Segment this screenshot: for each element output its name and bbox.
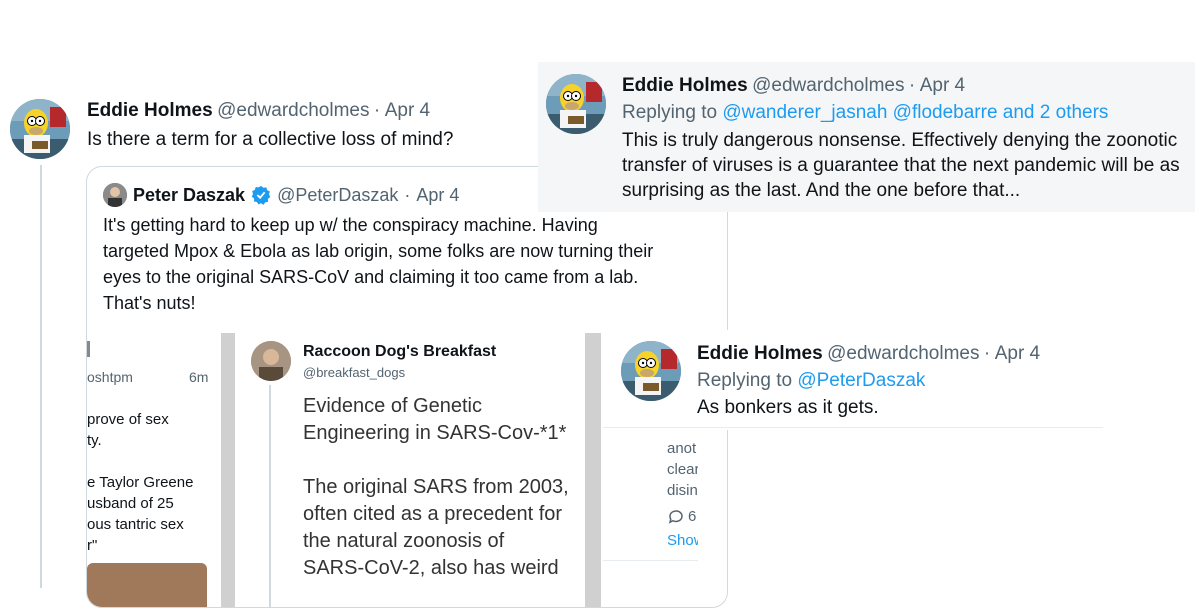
quote-line: targeted Mpox & Ebola as lab origin, som… <box>103 241 654 261</box>
reply-icon <box>668 509 683 524</box>
person-icon <box>103 183 127 207</box>
quote-author-handle[interactable]: @PeterDaszak <box>277 185 398 206</box>
separator-dot: · <box>983 343 991 364</box>
quote-text: It's getting hard to keep up w/ the cons… <box>103 212 703 316</box>
cropped-tweet-fragment: anot clear disin 6 Show <box>603 430 698 588</box>
quote-media-image[interactable]: oshtpm 6m prove of sex ty. e Taylor Gree… <box>87 333 607 607</box>
embedded-time: 6m <box>189 369 209 385</box>
tweet-header: Eddie Holmes @edwardcholmes · Apr 4 <box>87 100 430 122</box>
avatar[interactable] <box>10 99 70 159</box>
embedded-line: often cited as a precedent for <box>303 503 563 525</box>
embedded-avatar <box>251 341 291 381</box>
tweet-text: As bonkers as it gets. <box>697 397 879 418</box>
avatar-image <box>546 74 606 134</box>
embedded-line: ous tantric sex <box>87 516 184 533</box>
fragment-line: anot <box>667 440 697 457</box>
quote-line: That's nuts! <box>103 293 196 313</box>
tweet-text: Is there a term for a collective loss of… <box>87 129 454 150</box>
embedded-author-name: Raccoon Dog's Breakfast <box>303 343 497 360</box>
tweet-date[interactable]: Apr 4 <box>995 343 1040 364</box>
author-handle[interactable]: @edwardcholmes <box>827 343 979 364</box>
embedded-line <box>303 447 569 474</box>
author-name[interactable]: Eddie Holmes <box>697 343 823 364</box>
divider <box>603 560 698 561</box>
embedded-line: Engineering in SARS-Cov-*1* <box>303 422 567 444</box>
quote-line: eyes to the original SARS-CoV and claimi… <box>103 267 639 287</box>
embedded-line: ty. <box>87 432 102 449</box>
tweet-header: Eddie Holmes @edwardcholmes · Apr 4 <box>697 343 1040 365</box>
author-handle[interactable]: @edwardcholmes <box>217 100 369 121</box>
avatar[interactable] <box>546 74 606 134</box>
tweet-date[interactable]: Apr 4 <box>920 75 965 96</box>
embedded-line: usband of 25 <box>87 495 174 512</box>
divider <box>585 333 601 607</box>
replying-to-link[interactable]: @PeterDaszak <box>797 370 925 391</box>
embedded-line: e Taylor Greene <box>87 474 194 491</box>
reply-tweet-1[interactable]: Eddie Holmes @edwardcholmes · Apr 4 Repl… <box>538 62 1195 212</box>
reply-count[interactable]: 6 <box>667 506 696 527</box>
tweet-date[interactable]: Apr 4 <box>385 100 430 121</box>
reply-count-number: 6 <box>688 508 697 525</box>
avatar[interactable] <box>621 341 681 401</box>
embedded-handle-fragment: oshtpm <box>87 369 133 385</box>
embedded-tweet-mid: Raccoon Dog's Breakfast @breakfast_dogs … <box>235 333 585 607</box>
replying-to-link[interactable]: @wanderer_jasnah @flodebarre and 2 other… <box>722 102 1108 123</box>
embedded-line: r" <box>87 537 98 554</box>
scroll-fragment <box>87 341 90 357</box>
tweet-text: This is truly dangerous nonsense. Effect… <box>622 128 1192 203</box>
replying-to: Replying to @PeterDaszak <box>697 370 925 392</box>
verified-badge-icon <box>251 185 271 205</box>
separator-dot: · <box>373 100 381 121</box>
person-icon <box>251 341 291 381</box>
fragment-text: anot clear disin <box>667 438 698 501</box>
replying-label: Replying to <box>622 102 718 123</box>
avatar-image <box>10 99 70 159</box>
embedded-line: prove of sex <box>87 411 169 428</box>
quote-header: Peter Daszak @PeterDaszak · Apr 4 <box>103 183 459 207</box>
fragment-line: disin <box>667 482 698 499</box>
show-more-link[interactable]: Show <box>667 530 698 551</box>
embedded-tweet-left: oshtpm 6m prove of sex ty. e Taylor Gree… <box>87 333 221 607</box>
author-name[interactable]: Eddie Holmes <box>622 75 748 96</box>
author-handle[interactable]: @edwardcholmes <box>752 75 904 96</box>
thread-line <box>40 165 42 588</box>
tweet-header: Eddie Holmes @edwardcholmes · Apr 4 <box>622 75 965 97</box>
divider <box>603 427 1103 428</box>
reply-tweet-2[interactable]: Eddie Holmes @edwardcholmes · Apr 4 Repl… <box>603 330 1103 430</box>
replying-label: Replying to <box>697 370 793 391</box>
quote-avatar[interactable] <box>103 183 127 207</box>
divider <box>221 333 235 607</box>
tweet-line: This is truly dangerous nonsense. Effect… <box>622 130 1178 151</box>
separator-dot: · <box>908 75 916 96</box>
embedded-text: prove of sex ty. e Taylor Greene usband … <box>87 409 193 556</box>
tweet-line: transfer of viruses is a guarantee that … <box>622 155 1180 176</box>
author-name[interactable]: Eddie Holmes <box>87 100 213 121</box>
embedded-line: the natural zoonosis of <box>303 530 505 552</box>
separator-dot: · <box>404 184 411 205</box>
embedded-line: The original SARS from 2003, <box>303 476 569 498</box>
embedded-line <box>87 451 193 472</box>
thread-line <box>269 385 271 607</box>
embedded-author-handle: @breakfast_dogs <box>303 365 406 380</box>
avatar-image <box>621 341 681 401</box>
embedded-line: Evidence of Genetic <box>303 395 482 417</box>
replying-to: Replying to @wanderer_jasnah @flodebarre… <box>622 102 1108 124</box>
embedded-line: SARS-CoV-2, also has weird <box>303 557 559 579</box>
tweet-line: surprising as the last. And the one befo… <box>622 180 1021 201</box>
embedded-text: Evidence of Genetic Engineering in SARS-… <box>303 393 569 582</box>
embedded-photo <box>87 563 207 607</box>
quote-line: It's getting hard to keep up w/ the cons… <box>103 215 598 235</box>
fragment-line: clear <box>667 461 698 478</box>
quote-author-name[interactable]: Peter Daszak <box>133 185 245 206</box>
quote-date[interactable]: Apr 4 <box>416 185 459 206</box>
